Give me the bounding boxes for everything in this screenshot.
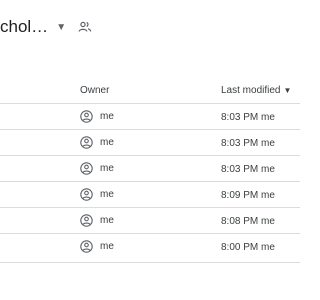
account-circle-icon	[80, 214, 93, 227]
account-circle-icon	[80, 136, 93, 149]
table-row[interactable]: me 8:08 PM me	[0, 207, 300, 233]
arrow-down-icon[interactable]: ▼	[283, 86, 291, 95]
last-modified-column-header[interactable]: Last modified ▼	[221, 85, 291, 96]
owner-cell: me	[80, 162, 114, 175]
folder-title[interactable]: chol…	[0, 17, 48, 37]
owner-name: me	[100, 137, 114, 148]
owner-column-header[interactable]: Owner	[80, 85, 109, 96]
table-row[interactable]: me 8:03 PM me	[0, 155, 300, 181]
last-modified-cell: 8:08 PM me	[221, 216, 275, 227]
account-circle-icon	[80, 162, 93, 175]
owner-cell: me	[80, 240, 114, 253]
owner-cell: me	[80, 214, 114, 227]
column-header-row: Owner Last modified ▼	[0, 79, 300, 103]
table-row[interactable]: me 8:03 PM me	[0, 103, 300, 129]
last-modified-cell: 8:03 PM me	[221, 164, 275, 175]
owner-cell: me	[80, 136, 114, 149]
owner-name: me	[100, 189, 114, 200]
table-row[interactable]: me 8:09 PM me	[0, 181, 300, 207]
account-circle-icon	[80, 188, 93, 201]
last-modified-cell: 8:03 PM me	[221, 112, 275, 123]
account-circle-icon	[80, 110, 93, 123]
last-modified-cell: 8:03 PM me	[221, 138, 275, 149]
dropdown-triangle-icon[interactable]: ▼	[56, 22, 66, 33]
account-circle-icon	[80, 240, 93, 253]
people-icon[interactable]	[78, 20, 92, 34]
table-row[interactable]: me 8:03 PM me	[0, 129, 300, 155]
owner-name: me	[100, 241, 114, 252]
owner-name: me	[100, 215, 114, 226]
owner-name: me	[100, 163, 114, 174]
last-modified-cell: 8:00 PM me	[221, 242, 275, 253]
divider	[0, 262, 300, 263]
owner-name: me	[100, 111, 114, 122]
owner-cell: me	[80, 110, 114, 123]
folder-title-bar[interactable]: chol… ▼	[0, 16, 92, 38]
last-modified-cell: 8:09 PM me	[221, 190, 275, 201]
owner-cell: me	[80, 188, 114, 201]
table-row[interactable]: me 8:00 PM me	[0, 233, 300, 259]
last-modified-label: Last modified	[221, 85, 281, 96]
drive-file-list: chol… ▼ Owner Last modified ▼ me 8:03 PM …	[0, 0, 300, 300]
